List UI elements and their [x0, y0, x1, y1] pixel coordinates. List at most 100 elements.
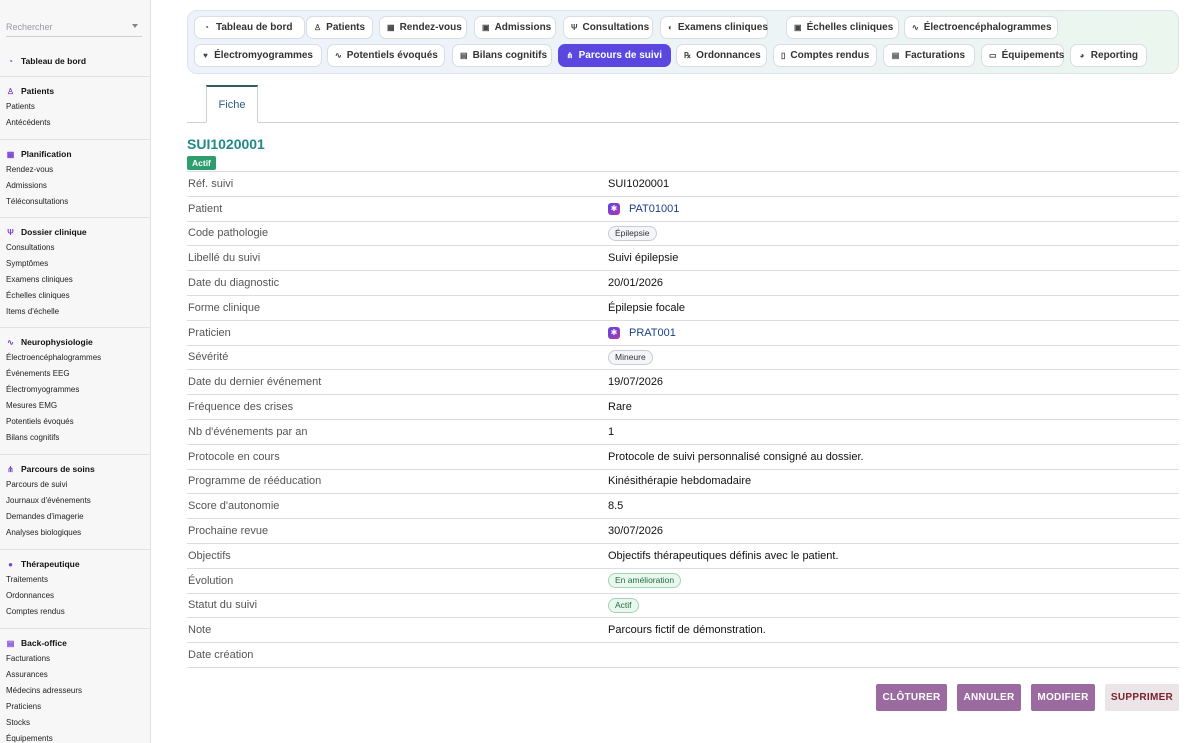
- sidebar-item-comptes-rendus[interactable]: Comptes rendus: [0, 604, 150, 620]
- tab-electromyogrammes[interactable]: ♥ Électromyogrammes: [194, 44, 322, 67]
- sidebar-divider: [0, 327, 150, 328]
- search-input[interactable]: [6, 18, 126, 32]
- status-badge: Actif: [187, 156, 216, 170]
- tab-fiche[interactable]: Fiche: [206, 85, 258, 123]
- sidebar-item-analyses-biologiques[interactable]: Analyses biologiques: [0, 525, 150, 541]
- tab-label: Admissions: [494, 22, 552, 33]
- sidebar-item-stocks[interactable]: Stocks: [0, 715, 150, 731]
- detail-row-protocole-en-cours: Protocole en cours Protocole de suivi per…: [187, 445, 1179, 470]
- detail-row-date-du-dernier-evenement: Date du dernier événement 19/07/2026: [187, 370, 1179, 396]
- sidebar-item-patients[interactable]: ♙ Patients: [0, 84, 150, 98]
- sidebar-item-planification[interactable]: ▦ Planification: [0, 147, 150, 161]
- sidebar-item-bilans-cognitifs[interactable]: Bilans cognitifs: [0, 430, 150, 446]
- sidebar-item-teleconsultations[interactable]: Téléconsultations: [0, 194, 150, 210]
- chevron-down-icon[interactable]: [132, 24, 138, 28]
- tab-reporting[interactable]: ◕ Reporting: [1070, 44, 1147, 67]
- sidebar-item-examens-cliniques[interactable]: Examens cliniques: [0, 272, 150, 288]
- sidebar-divider: [0, 217, 150, 218]
- close-record-button[interactable]: CLÔTURER: [876, 684, 947, 711]
- sidebar-section-label: Tableau de bord: [21, 56, 87, 66]
- field-label: Évolution: [188, 574, 234, 587]
- tab-bilans-cognitifs[interactable]: ▤ Bilans cognitifs: [452, 44, 552, 67]
- detail-row-date-creation: Date création: [187, 643, 1179, 668]
- tab-tableau-de-bord[interactable]: ◔ Tableau de bord: [194, 16, 305, 39]
- field-label: Date du diagnostic: [188, 277, 280, 290]
- detail-row-prochaine-revue: Prochaine revue 30/07/2026: [187, 519, 1179, 544]
- sidebar-item-electroencephalogrammes[interactable]: Électroencéphalogrammes: [0, 350, 150, 366]
- tab-potentiels-evoques[interactable]: ∿ Potentiels évoqués: [327, 44, 445, 67]
- sidebar-item-therapeutique[interactable]: ● Thérapeutique: [0, 557, 150, 571]
- tab-echelles-cliniques[interactable]: ▣ Échelles cliniques: [786, 16, 899, 39]
- sidebar-item-symptomes[interactable]: Symptômes: [0, 256, 150, 272]
- sidebar-item-rendez-vous[interactable]: Rendez-vous: [0, 162, 150, 178]
- tab-equipements[interactable]: ▭ Équipements: [981, 44, 1064, 67]
- field-value-patient[interactable]: ✱ PAT01001: [608, 202, 679, 215]
- person-icon: ♙: [314, 23, 322, 32]
- sidebar-item-dossier-clinique[interactable]: Ψ Dossier clinique: [0, 225, 150, 239]
- detail-row-statut-du-suivi: Statut du suivi Actif: [187, 594, 1179, 619]
- detail-row-severite: Sévérité Mineure: [187, 346, 1179, 371]
- field-label: Libellé du suivi: [188, 252, 261, 265]
- tab-examens-cliniques[interactable]: ◐ Examens cliniques: [660, 16, 768, 39]
- search-box[interactable]: [6, 17, 142, 37]
- sidebar-item-echelles-cliniques[interactable]: Échelles cliniques: [0, 288, 150, 304]
- sidebar-item-antecedents[interactable]: Antécédents: [0, 115, 150, 131]
- tab-patients[interactable]: ♙ Patients: [306, 16, 373, 39]
- sidebar-item-neurophysiologie[interactable]: ∿ Neurophysiologie: [0, 335, 150, 349]
- sidebar-item-mesures-emg[interactable]: Mesures EMG: [0, 398, 150, 414]
- link-patient[interactable]: PAT01001: [629, 203, 679, 215]
- cancel-button[interactable]: ANNULER: [957, 684, 1021, 711]
- sidebar-item-potentiels-evoques[interactable]: Potentiels évoqués: [0, 414, 150, 430]
- tab-label: Rendez-vous: [399, 22, 462, 33]
- link-praticien[interactable]: PRAT001: [629, 327, 676, 339]
- tab-electroencephalogrammes[interactable]: ∿ Électroencéphalogrammes: [904, 16, 1058, 39]
- sidebar-item-assurances[interactable]: Assurances: [0, 667, 150, 683]
- sidebar-item-traitements[interactable]: Traitements: [0, 572, 150, 588]
- edit-button[interactable]: MODIFIER: [1031, 684, 1095, 711]
- tab-ordonnances[interactable]: ℞ Ordonnances: [676, 44, 767, 67]
- sidebar-item-journaux-d-evenements[interactable]: Journaux d'événements: [0, 493, 150, 509]
- sidebar-item-praticiens[interactable]: Praticiens: [0, 699, 150, 715]
- tab-parcours-de-suivi[interactable]: ⋔ Parcours de suivi: [558, 44, 671, 67]
- sidebar-item-consultations[interactable]: Consultations: [0, 240, 150, 256]
- sidebar-item-parcours-de-soins[interactable]: ⋔ Parcours de soins: [0, 462, 150, 476]
- field-value-code-pathologie: Épilepsie: [608, 225, 657, 241]
- clipboard-icon: ▣: [482, 23, 490, 32]
- sidebar-item-demandes-d-imagerie[interactable]: Demandes d'imagerie: [0, 509, 150, 525]
- field-label: Sévérité: [188, 351, 229, 364]
- sidebar-item-ordonnances[interactable]: Ordonnances: [0, 588, 150, 604]
- tab-rendez-vous[interactable]: ▦ Rendez-vous: [379, 16, 467, 39]
- sidebar-item-items-d-echelle[interactable]: Items d'échelle: [0, 304, 150, 320]
- delete-button[interactable]: SUPPRIMER: [1105, 684, 1179, 711]
- tab-label: Échelles cliniques: [806, 22, 894, 33]
- sidebar-section-label: Planification: [21, 149, 72, 159]
- detail-row-programme-de-reeducation: Programme de rééducation Kinésithérapie h…: [187, 470, 1179, 495]
- tab-admissions[interactable]: ▣ Admissions: [474, 16, 556, 39]
- sidebar-item-admissions[interactable]: Admissions: [0, 178, 150, 194]
- tab-label: Comptes rendus: [790, 50, 870, 61]
- sidebar-item-patients[interactable]: Patients: [0, 99, 150, 115]
- sidebar-item-medecins-adresseurs[interactable]: Médecins adresseurs: [0, 683, 150, 699]
- tab-label: Patients: [326, 22, 366, 33]
- sidebar-item-evenements-eeg[interactable]: Événements EEG: [0, 366, 150, 382]
- pills-icon: ●: [8, 559, 13, 569]
- field-label: Statut du suivi: [188, 599, 258, 612]
- tab-facturations[interactable]: ▤ Facturations: [883, 44, 975, 67]
- dashboard-icon: ◔: [204, 23, 209, 32]
- tab-consultations[interactable]: Ψ Consultations: [563, 16, 653, 39]
- detail-row-objectifs: Objectifs Objectifs thérapeutiques défini…: [187, 544, 1179, 569]
- sidebar-item-facturations[interactable]: Facturations: [0, 651, 150, 667]
- detail-row-note: Note Parcours fictif de démonstration.: [187, 618, 1179, 644]
- sidebar-item-tableau-de-bord[interactable]: ◔ Tableau de bord: [0, 54, 150, 68]
- sidebar-item-electromyogrammes[interactable]: Électromyogrammes: [0, 382, 150, 398]
- field-value-frequence-des-crises: Rare: [608, 401, 632, 414]
- sidebar-section-back-office: ▤ Back-office Facturations Assurances Médeci…: [0, 636, 150, 743]
- sidebar-divider: [0, 76, 150, 77]
- tab-comptes-rendus[interactable]: ▯ Comptes rendus: [773, 44, 877, 67]
- field-value-praticien[interactable]: ✱ PRAT001: [608, 326, 676, 339]
- waveform-icon: ∿: [335, 51, 342, 60]
- sidebar-item-equipements[interactable]: Équipements: [0, 731, 150, 743]
- sidebar-item-parcours-de-suivi[interactable]: Parcours de suivi: [0, 477, 150, 493]
- value-pill: En amélioration: [608, 573, 682, 589]
- sidebar-item-back-office[interactable]: ▤ Back-office: [0, 636, 150, 650]
